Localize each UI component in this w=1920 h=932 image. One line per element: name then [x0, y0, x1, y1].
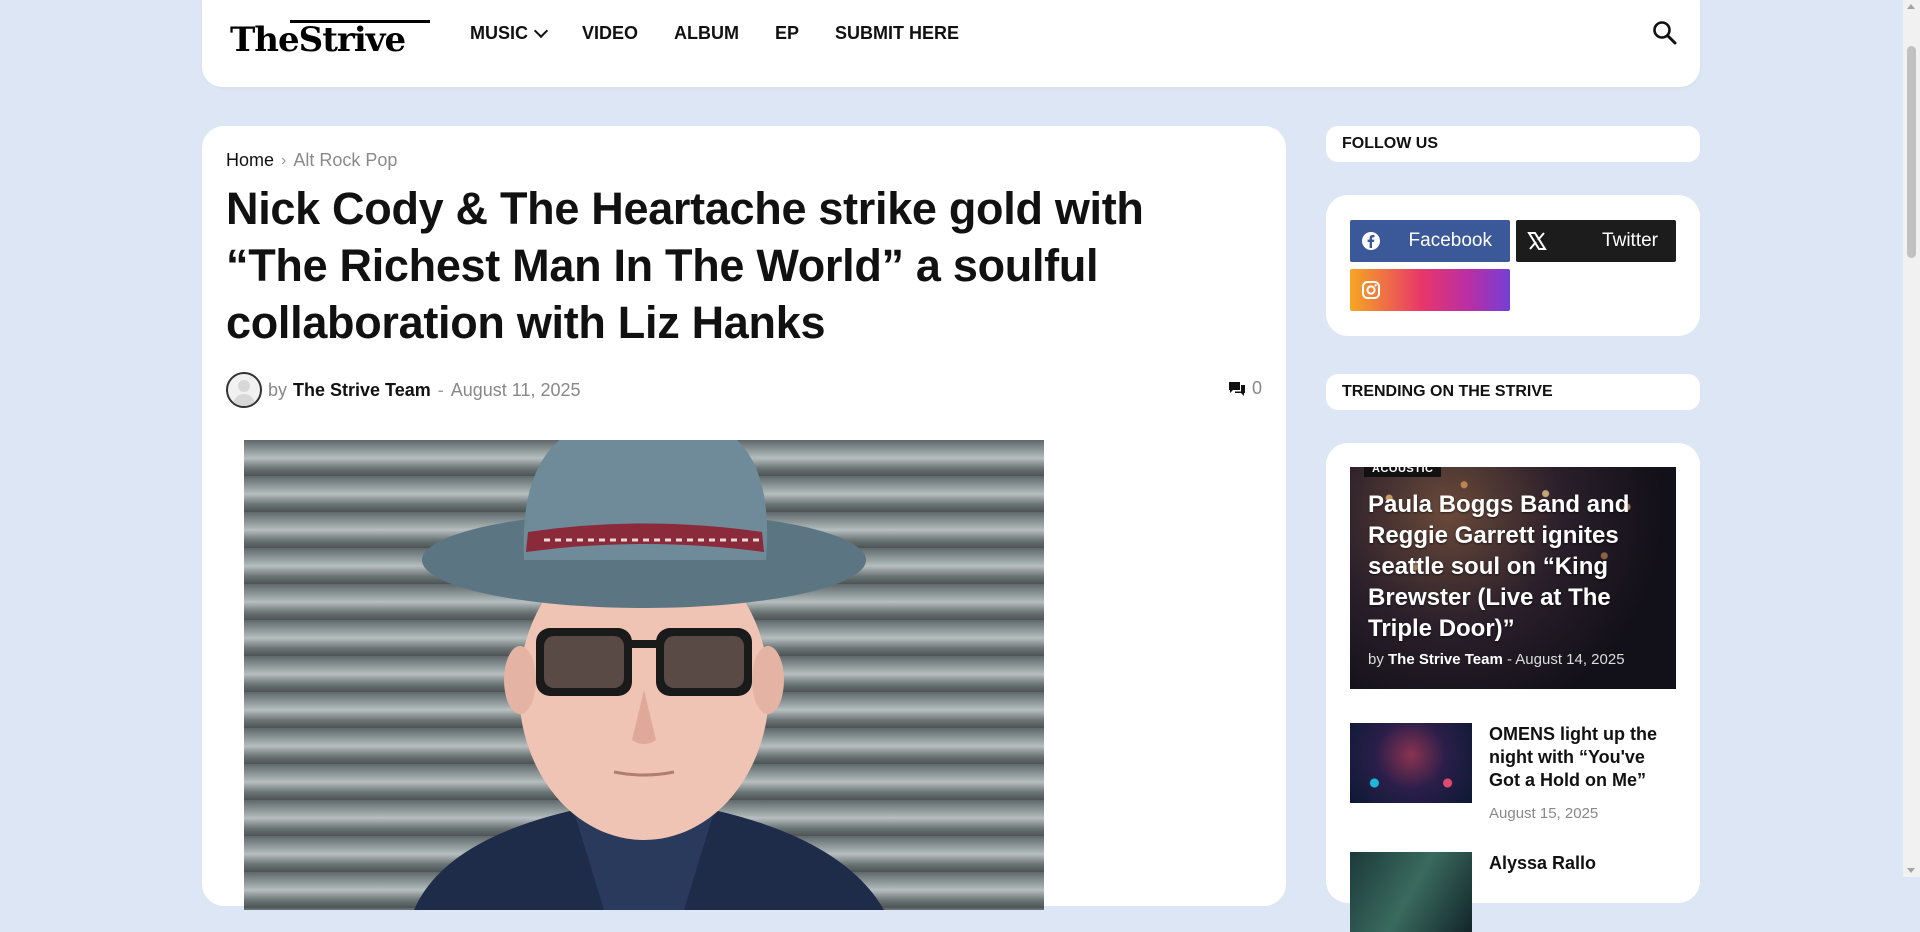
article-card: Home › Alt Rock Pop Nick Cody & The Hear…: [202, 126, 1286, 910]
comments-icon: [1228, 381, 1245, 396]
site-header: TheStrive MUSIC VIDEO ALBUM EP SUBMIT HE…: [202, 0, 1700, 87]
meta-separator: -: [1506, 651, 1512, 668]
nav-item-ep[interactable]: EP: [775, 23, 799, 44]
page-scrollbar[interactable]: [1903, 0, 1920, 877]
widget-title: TRENDING ON THE STRIVE: [1342, 383, 1553, 400]
scroll-up-arrow-icon[interactable]: [1907, 4, 1915, 9]
trending-widget: ACOUSTIC Paula Boggs Band and Reggie Gar…: [1326, 443, 1700, 932]
site-logo[interactable]: TheStrive: [230, 16, 430, 60]
scrollbar-thumb[interactable]: [1907, 46, 1916, 258]
post-thumbnail[interactable]: [1350, 723, 1472, 803]
breadcrumb-separator: ›: [281, 151, 287, 169]
byline-prefix: by: [1368, 651, 1384, 668]
article-title: Nick Cody & The Heartache strike gold wi…: [226, 183, 1144, 348]
comments-link[interactable]: 0: [1228, 378, 1262, 399]
breadcrumb-category[interactable]: Alt Rock Pop: [293, 150, 397, 171]
post-date: August 15, 2025: [1489, 805, 1599, 822]
post-title[interactable]: OMENS light up the night with “You've Go…: [1489, 723, 1674, 792]
publish-date: August 11, 2025: [450, 379, 581, 400]
nav-item-label: MUSIC: [470, 23, 528, 43]
list-item: Alyssa Rallo: [1350, 852, 1680, 932]
category-badge[interactable]: ACOUSTIC: [1364, 467, 1442, 477]
scroll-down-arrow-icon[interactable]: [1907, 868, 1915, 873]
author-link[interactable]: The Strive Team: [1388, 651, 1503, 668]
avatar[interactable]: [226, 372, 262, 408]
comments-count: 0: [1251, 378, 1262, 398]
featured-post-meta: by The Strive Team - August 14, 2025: [1368, 651, 1625, 668]
twitter-label: Twitter: [1602, 230, 1658, 251]
avatar-head: [238, 380, 250, 392]
follow-us-widget: Facebook Twitter: [1326, 195, 1700, 336]
facebook-icon: [1360, 230, 1382, 252]
list-item: OMENS light up the night with “You've Go…: [1350, 723, 1680, 833]
x-icon: [1526, 230, 1548, 252]
search-icon: [1653, 21, 1677, 45]
article-hero-image: [244, 440, 1044, 910]
nav-item-label: VIDEO: [582, 23, 639, 43]
instagram-button[interactable]: [1350, 269, 1510, 311]
nav-item-submit[interactable]: SUBMIT HERE: [835, 23, 959, 44]
breadcrumb-home[interactable]: Home: [226, 150, 274, 171]
author-link[interactable]: The Strive Team: [293, 380, 431, 401]
byline-prefix: by: [268, 379, 288, 400]
facebook-button[interactable]: Facebook: [1350, 220, 1510, 262]
instagram-icon: [1360, 279, 1382, 301]
follow-us-heading: FOLLOW US: [1326, 126, 1700, 162]
search-button[interactable]: [1652, 20, 1678, 46]
widget-title: FOLLOW US: [1342, 135, 1438, 152]
nav-item-label: ALBUM: [674, 23, 740, 43]
nav-item-video[interactable]: VIDEO: [582, 23, 638, 44]
article-meta: by The Strive Team - August 11, 2025: [226, 370, 581, 410]
nav-item-label: EP: [775, 23, 800, 43]
portrait-image: [414, 440, 884, 910]
post-thumbnail[interactable]: [1350, 852, 1472, 932]
trending-heading: TRENDING ON THE STRIVE: [1326, 374, 1700, 410]
featured-post-title[interactable]: Paula Boggs Band and Reggie Garrett igni…: [1368, 489, 1668, 644]
post-title[interactable]: Alyssa Rallo: [1489, 852, 1674, 875]
meta-separator: -: [437, 379, 444, 400]
avatar-body: [233, 394, 255, 406]
post-date: August 14, 2025: [1515, 651, 1625, 668]
featured-post[interactable]: ACOUSTIC Paula Boggs Band and Reggie Gar…: [1350, 467, 1676, 689]
twitter-button[interactable]: Twitter: [1516, 220, 1676, 262]
facebook-label: Facebook: [1408, 230, 1492, 251]
main-nav: MUSIC VIDEO ALBUM EP SUBMIT HERE: [470, 0, 995, 67]
chevron-down-icon: [533, 23, 549, 38]
logo-text: TheStrive: [230, 20, 406, 60]
nav-item-label: SUBMIT HERE: [835, 23, 960, 43]
breadcrumb: Home › Alt Rock Pop: [226, 150, 397, 171]
nav-item-album[interactable]: ALBUM: [674, 23, 739, 44]
nav-item-music[interactable]: MUSIC: [470, 23, 549, 44]
